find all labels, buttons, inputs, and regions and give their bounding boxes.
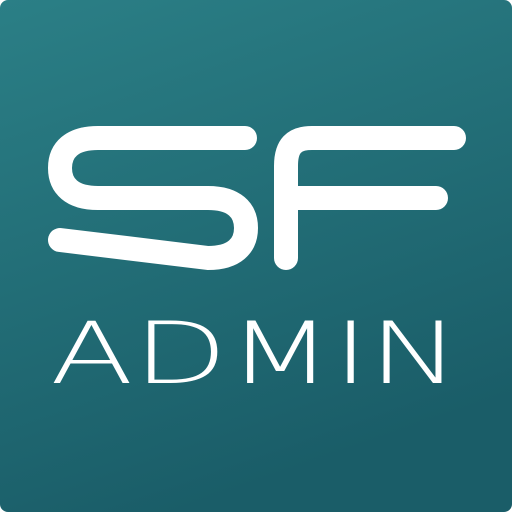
admin-subtitle: ADMIN <box>50 304 460 404</box>
icon-background <box>0 0 512 512</box>
app-icon-tile: ADMIN <box>0 0 512 512</box>
sf-admin-logo: ADMIN <box>0 0 512 512</box>
